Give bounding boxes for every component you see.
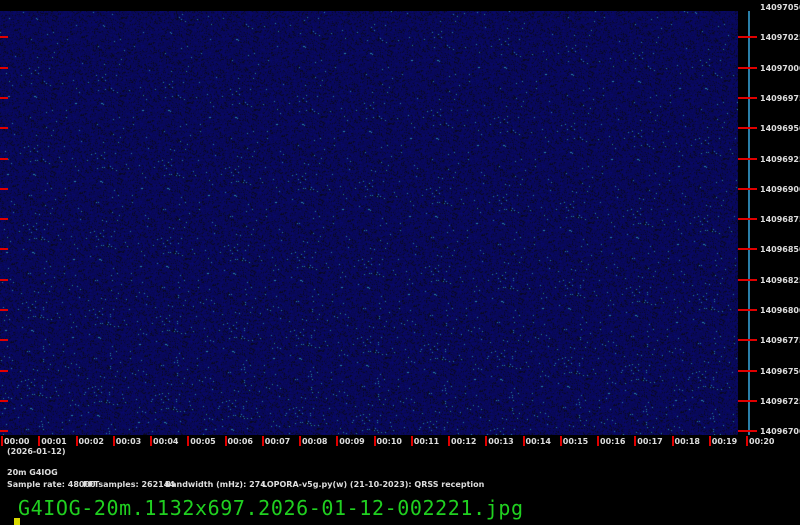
frequency-label: 14096800	[760, 306, 800, 315]
frequency-tick-left	[0, 399, 8, 402]
frequency-tick	[738, 127, 757, 130]
frequency-label: 14096875	[760, 215, 800, 225]
date-label: (2026-01-12)	[7, 447, 66, 456]
frequency-label: 14096900	[760, 184, 800, 194]
frequency-label: 14096925	[760, 154, 800, 164]
frequency-tick-left	[0, 309, 8, 311]
frequency-label: 14097000	[760, 63, 800, 73]
frequency-tick-left	[0, 218, 8, 221]
frequency-tick	[738, 339, 757, 342]
frequency-tick	[738, 66, 757, 69]
frequency-label: 14096975	[760, 93, 800, 103]
time-label: 00:20	[746, 436, 774, 446]
time-label: 00:19	[708, 436, 737, 446]
time-label: 00:08	[299, 436, 327, 446]
frequency-tick-left	[0, 369, 8, 372]
time-label: 00:07	[261, 436, 290, 446]
waterfall-spectrogram	[0, 11, 738, 435]
frequency-label: 14096950	[760, 124, 800, 134]
frequency-tick	[738, 187, 757, 190]
time-label: 00:06	[224, 436, 253, 446]
time-label: 00:10	[373, 436, 402, 446]
time-label: 00:00	[1, 436, 29, 446]
time-label: 00:11	[410, 436, 439, 446]
text-cursor	[14, 518, 20, 525]
time-label: 00:12	[448, 436, 476, 446]
time-label: 00:13	[485, 436, 514, 446]
time-label: 00:16	[597, 436, 625, 446]
frequency-tick-left	[0, 36, 8, 39]
frequency-tick-left	[0, 339, 8, 342]
frequency-tick-left	[0, 187, 8, 190]
frequency-label: 14096725	[760, 396, 800, 406]
bandwidth: Bandwidth (mHz): 274	[165, 480, 266, 489]
time-label: 00:17	[634, 436, 663, 446]
software-info: LOPORA-v5g.py(w) (21-10-2023): QRSS rece…	[262, 480, 485, 489]
frequency-tick-left	[0, 248, 8, 251]
frequency-tick	[738, 36, 757, 39]
frequency-tick	[738, 399, 757, 402]
time-label: 00:01	[38, 436, 67, 446]
time-label: 00:04	[150, 436, 178, 446]
frequency-label: 14097025	[760, 33, 800, 43]
time-label: 00:15	[559, 436, 588, 446]
frequency-tick-left	[0, 66, 8, 69]
frequency-tick-left	[0, 157, 8, 160]
time-label: 00:14	[522, 436, 551, 446]
frequency-label: 14096850	[760, 245, 800, 255]
frequency-label: 14096825	[760, 275, 800, 285]
time-label: 00:09	[336, 436, 365, 446]
frequency-tick	[738, 157, 757, 160]
frequency-tick	[738, 369, 757, 372]
fft-samples: FFTsamples: 262144	[83, 480, 175, 489]
frequency-tick	[738, 278, 757, 281]
frequency-label: 14096775	[760, 336, 800, 346]
time-label: 00:05	[187, 436, 216, 446]
frequency-tick	[738, 96, 757, 99]
frequency-tick	[738, 309, 757, 311]
frequency-tick-left	[0, 96, 8, 99]
frequency-tick-left	[0, 278, 8, 281]
frequency-tick-left	[0, 127, 8, 130]
frequency-label: 14096750	[760, 366, 800, 376]
station-label: 20m G4IOG	[7, 468, 58, 477]
time-label: 00:18	[671, 436, 700, 446]
frequency-tick	[738, 430, 757, 433]
frequency-label: 14097050	[760, 3, 800, 12]
frequency-tick	[738, 218, 757, 221]
filename: G4IOG-20m.1132x697.2026-01-12-002221.jpg	[18, 496, 524, 520]
time-label: 00:03	[112, 436, 141, 446]
frequency-tick	[738, 248, 757, 251]
time-label: 00:02	[75, 436, 104, 446]
frequency-tick-left	[0, 430, 8, 433]
frequency-label: 14096700	[760, 427, 800, 437]
